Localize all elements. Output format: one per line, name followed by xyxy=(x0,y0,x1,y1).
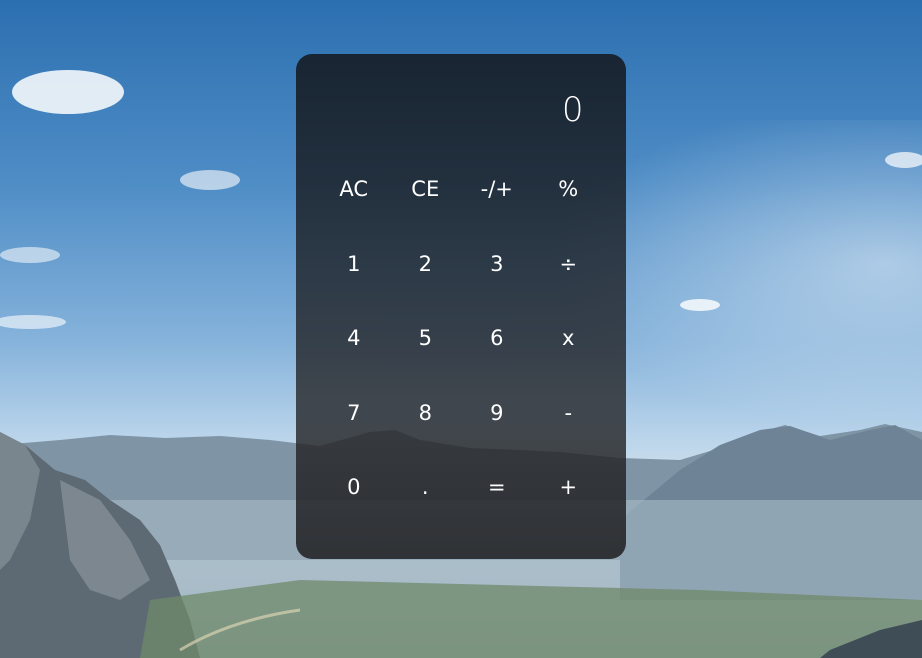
add-button[interactable]: + xyxy=(533,450,605,525)
calculator-panel: 0 AC CE -/+ % 1 2 3 ÷ 4 5 6 x 7 8 9 - 0 … xyxy=(296,54,626,559)
clear-entry-button[interactable]: CE xyxy=(390,152,462,227)
digit-5-button[interactable]: 5 xyxy=(390,301,462,376)
digit-4-button[interactable]: 4 xyxy=(318,301,390,376)
negate-button[interactable]: -/+ xyxy=(461,152,533,227)
digit-1-button[interactable]: 1 xyxy=(318,227,390,302)
digit-2-button[interactable]: 2 xyxy=(390,227,462,302)
digit-9-button[interactable]: 9 xyxy=(461,376,533,451)
digit-7-button[interactable]: 7 xyxy=(318,376,390,451)
decimal-point-button[interactable]: . xyxy=(390,450,462,525)
equals-button[interactable]: = xyxy=(461,450,533,525)
digit-0-button[interactable]: 0 xyxy=(318,450,390,525)
calculator-keypad: AC CE -/+ % 1 2 3 ÷ 4 5 6 x 7 8 9 - 0 . … xyxy=(318,152,604,525)
multiply-button[interactable]: x xyxy=(533,301,605,376)
all-clear-button[interactable]: AC xyxy=(318,152,390,227)
subtract-button[interactable]: - xyxy=(533,376,605,451)
digit-8-button[interactable]: 8 xyxy=(390,376,462,451)
digit-3-button[interactable]: 3 xyxy=(461,227,533,302)
digit-6-button[interactable]: 6 xyxy=(461,301,533,376)
divide-button[interactable]: ÷ xyxy=(533,227,605,302)
percent-button[interactable]: % xyxy=(533,152,605,227)
calculator-display: 0 xyxy=(561,90,584,130)
